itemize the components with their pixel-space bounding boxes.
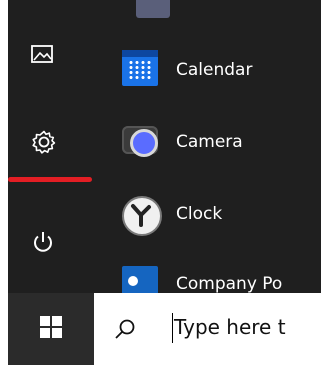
- app-label: Company Po: [176, 274, 283, 293]
- settings-highlight-underline: [8, 177, 92, 182]
- clock-icon: [118, 192, 162, 236]
- app-label: Calendar: [176, 60, 253, 80]
- start-button[interactable]: [8, 293, 94, 365]
- app-company-portal[interactable]: Company Po: [118, 262, 321, 293]
- app-clock[interactable]: Clock: [118, 192, 321, 236]
- windows-logo-icon: [40, 316, 62, 342]
- calendar-icon: [118, 48, 162, 92]
- pictures-icon: [8, 44, 53, 68]
- taskbar: Type here t: [0, 293, 321, 365]
- app-label: Clock: [176, 204, 223, 224]
- search-placeholder: Type here t: [174, 315, 286, 339]
- text-caret: [172, 313, 173, 343]
- app-list: Calendar Camera Clock Company Po: [118, 0, 321, 293]
- start-rail: [8, 0, 170, 293]
- gear-icon: [8, 129, 57, 159]
- search-box[interactable]: Type here t: [94, 293, 321, 365]
- start-menu: Calendar Camera Clock Company Po: [8, 0, 321, 293]
- rail-pictures-button[interactable]: [8, 34, 102, 78]
- search-icon: [114, 318, 136, 344]
- company-portal-icon: [118, 262, 162, 293]
- app-label: Camera: [176, 132, 243, 152]
- camera-icon: [118, 120, 162, 164]
- rail-power-button[interactable]: [8, 222, 102, 266]
- rail-settings-button[interactable]: [8, 122, 102, 166]
- app-camera[interactable]: Camera: [118, 120, 321, 164]
- power-icon: [8, 230, 55, 258]
- app-calendar[interactable]: Calendar: [118, 48, 321, 92]
